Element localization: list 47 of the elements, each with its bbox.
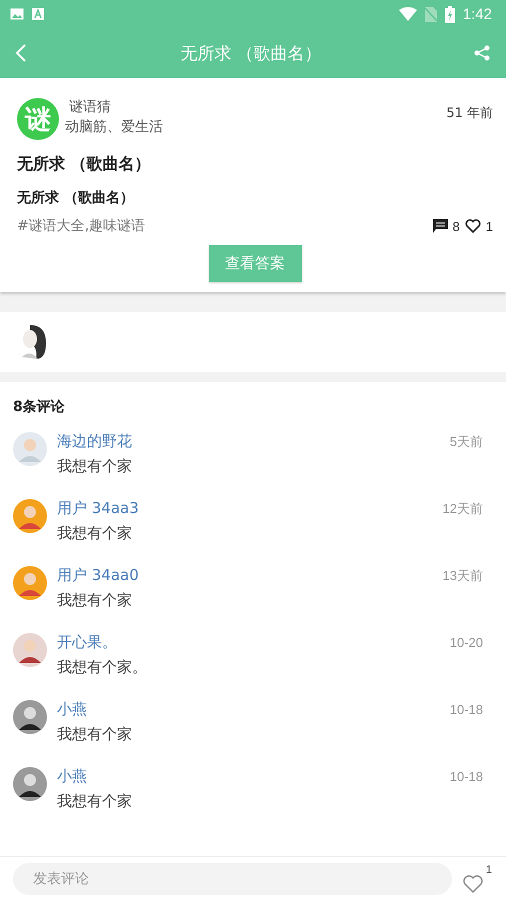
commenter-name[interactable]: 用户 34aa3: [57, 499, 139, 518]
avatar-icon: [13, 432, 47, 466]
page-title: 无所求 （歌曲名）: [180, 42, 322, 64]
comment-time: 5天前: [450, 432, 483, 450]
comment-time: 13天前: [442, 566, 483, 584]
share-button[interactable]: [472, 43, 492, 63]
comment-text: 我想有个家: [57, 725, 133, 744]
comment-icon: [432, 219, 448, 233]
comment-text: 我想有个家: [57, 524, 133, 543]
comment-count: 8: [452, 218, 460, 234]
comment-time: 12天前: [442, 500, 483, 518]
image-icon: [10, 8, 24, 20]
comment-text: 我想有个家: [57, 457, 133, 476]
avatar-icon: [13, 767, 47, 801]
post-title: 无所求 （歌曲名）: [17, 154, 152, 175]
comment-text: 我想有个家: [57, 792, 133, 811]
comments-header: 8条评论: [12, 398, 66, 417]
commenter-name[interactable]: 海边的野花: [57, 432, 132, 451]
commenter-name[interactable]: 开心果。: [57, 633, 117, 652]
comment-input[interactable]: 发表评论: [13, 862, 452, 894]
post-time: 51 年前: [446, 105, 493, 122]
keyboard-icon: [32, 8, 44, 20]
commenter-name[interactable]: 小燕: [57, 700, 87, 719]
commenter-name[interactable]: 小燕: [57, 767, 87, 786]
comment-time: 10-20: [450, 635, 483, 650]
wifi-icon: [398, 7, 417, 21]
like-total: 1: [486, 864, 492, 876]
comment-time: 10-18: [450, 769, 483, 784]
comment-text: 我想有个家: [57, 591, 133, 610]
post-subtitle: 无所求 （歌曲名）: [17, 189, 135, 207]
avatar-icon: [13, 700, 47, 734]
no-sim-icon: [424, 6, 437, 22]
logo: 谜: [17, 98, 59, 140]
avatar-icon: [13, 499, 47, 533]
status-time: 1:42: [462, 6, 492, 22]
post-tags: #谜语大全,趣味谜语: [17, 217, 146, 235]
author-tagline: 动脑筋、爱生活: [65, 118, 164, 136]
avatar-icon: [13, 633, 47, 667]
heart-icon: [464, 219, 481, 233]
avatar-icon: [13, 566, 47, 600]
like-button[interactable]: [462, 874, 484, 894]
comment-time: 10-18: [450, 702, 483, 717]
battery-icon: [444, 6, 455, 22]
author-name: 谜语猜: [69, 98, 112, 116]
like-count: 1: [486, 218, 493, 234]
commenter-name[interactable]: 用户 34aa0: [57, 566, 139, 585]
comment-text: 我想有个家。: [57, 658, 148, 677]
